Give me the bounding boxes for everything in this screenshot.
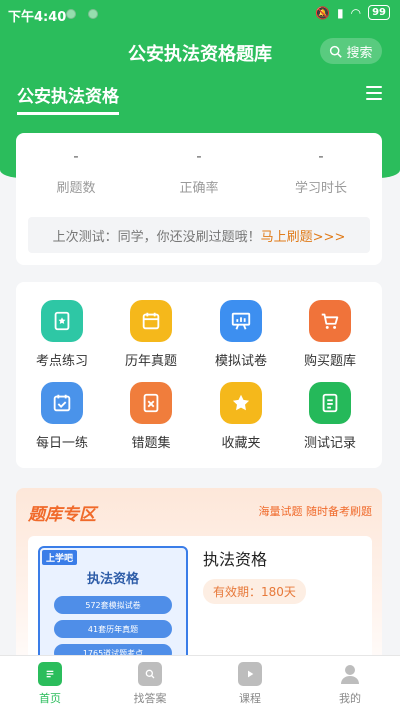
tab-courses[interactable]: 课程 — [215, 662, 285, 706]
mute-icon: 🔕 — [315, 5, 330, 20]
start-practice-link[interactable]: 马上刷题>>> — [261, 226, 346, 245]
bottom-tab-bar: 首页 找答案 课程 我的 — [0, 655, 400, 711]
tab-home[interactable]: 首页 — [15, 662, 85, 706]
product-title: 执法资格 — [203, 550, 268, 569]
stat-label: 正确率 — [179, 181, 219, 196]
wifi-icon: ◠ — [350, 5, 362, 20]
battery-icon: 99 — [368, 5, 390, 20]
status-bar: 下午4:40 🔕 ▮ ◠ 99 — [0, 0, 400, 28]
grid-item-past-exams[interactable]: 历年真题 — [111, 300, 191, 369]
tab-label: 课程 — [239, 692, 261, 705]
star-doc-icon — [41, 300, 83, 342]
feature-grid: 考点练习 历年真题 模拟试卷 购买题库 每日一练 错题集 收藏夹 测试记录 — [16, 282, 382, 468]
stats-card: - 刷题数 - 正确率 - 学习时长 上次测试：同学，你还没刷过题哦！ 马上刷题… — [16, 133, 382, 265]
wrong-doc-icon — [130, 382, 172, 424]
zone-subtitle: 海量试题 随时备考刷题 — [258, 505, 373, 518]
grid-item-mock-exams[interactable]: 模拟试卷 — [201, 300, 281, 369]
stat-label: 刷题数 — [56, 181, 96, 196]
status-time: 下午4:40 — [8, 10, 67, 25]
notification-dot-icon — [88, 9, 98, 19]
star-icon — [220, 382, 262, 424]
grid-label: 测试记录 — [303, 436, 356, 451]
search-icon — [330, 45, 343, 58]
search-label: 搜索 — [346, 45, 373, 61]
last-test-banner[interactable]: 上次测试：同学，你还没刷过题哦！ 马上刷题>>> — [28, 217, 370, 253]
tab-label: 找答案 — [133, 692, 167, 705]
board-chart-icon — [220, 300, 262, 342]
grid-label: 错题集 — [131, 436, 171, 451]
signal-icon: ▮ — [336, 5, 344, 20]
calendar-doc-icon — [130, 300, 172, 342]
stat-study-time: - 学习时长 — [271, 147, 371, 196]
cover-pill: 572套模拟试卷 — [54, 596, 172, 614]
play-icon — [238, 662, 262, 686]
stat-value: - — [318, 147, 324, 165]
tab-label: 我的 — [339, 692, 361, 705]
cover-pill: 41套历年真题 — [54, 620, 172, 638]
grid-item-daily-practice[interactable]: 每日一练 — [22, 382, 102, 451]
grid-label: 考点练习 — [35, 354, 88, 369]
status-icons: 🔕 ▮ ◠ 99 — [315, 5, 390, 20]
tab-category[interactable]: 公安执法资格 — [17, 82, 119, 115]
grid-label: 收藏夹 — [221, 436, 261, 451]
grid-item-buy-question-bank[interactable]: 购买题库 — [290, 300, 370, 369]
grid-item-favorites[interactable]: 收藏夹 — [201, 382, 281, 451]
notification-dot-icon — [66, 9, 76, 19]
tab-find-answers[interactable]: 找答案 — [115, 662, 185, 706]
record-doc-icon — [309, 382, 351, 424]
grid-label: 每日一练 — [35, 436, 88, 451]
stat-label: 学习时长 — [294, 181, 347, 196]
grid-label: 购买题库 — [303, 354, 356, 369]
tab-profile[interactable]: 我的 — [315, 662, 385, 706]
home-doc-icon — [38, 662, 62, 686]
grid-item-test-records[interactable]: 测试记录 — [290, 382, 370, 451]
stat-accuracy: - 正确率 — [149, 147, 249, 196]
calendar-check-icon — [41, 382, 83, 424]
tab-label: 首页 — [39, 692, 61, 705]
cart-icon — [309, 300, 351, 342]
cover-title: 执法资格 — [86, 572, 139, 587]
stat-value: - — [73, 147, 79, 165]
grid-item-topic-practice[interactable]: 考点练习 — [22, 300, 102, 369]
last-test-text: 上次测试：同学，你还没刷过题哦！ — [52, 229, 261, 245]
user-icon — [338, 662, 362, 686]
stat-value: - — [196, 147, 202, 165]
search-button[interactable]: 搜索 — [320, 38, 382, 64]
grid-item-wrong-questions[interactable]: 错题集 — [111, 382, 191, 451]
grid-label: 历年真题 — [124, 354, 177, 369]
grid-label: 模拟试卷 — [214, 354, 267, 369]
search-doc-icon — [138, 662, 162, 686]
validity-badge: 有效期：180天 — [203, 579, 306, 604]
stat-questions: - 刷题数 — [26, 147, 126, 196]
zone-title: 题库专区 — [28, 505, 96, 525]
cover-badge: 上学吧 — [42, 550, 78, 565]
menu-icon[interactable] — [366, 86, 382, 100]
